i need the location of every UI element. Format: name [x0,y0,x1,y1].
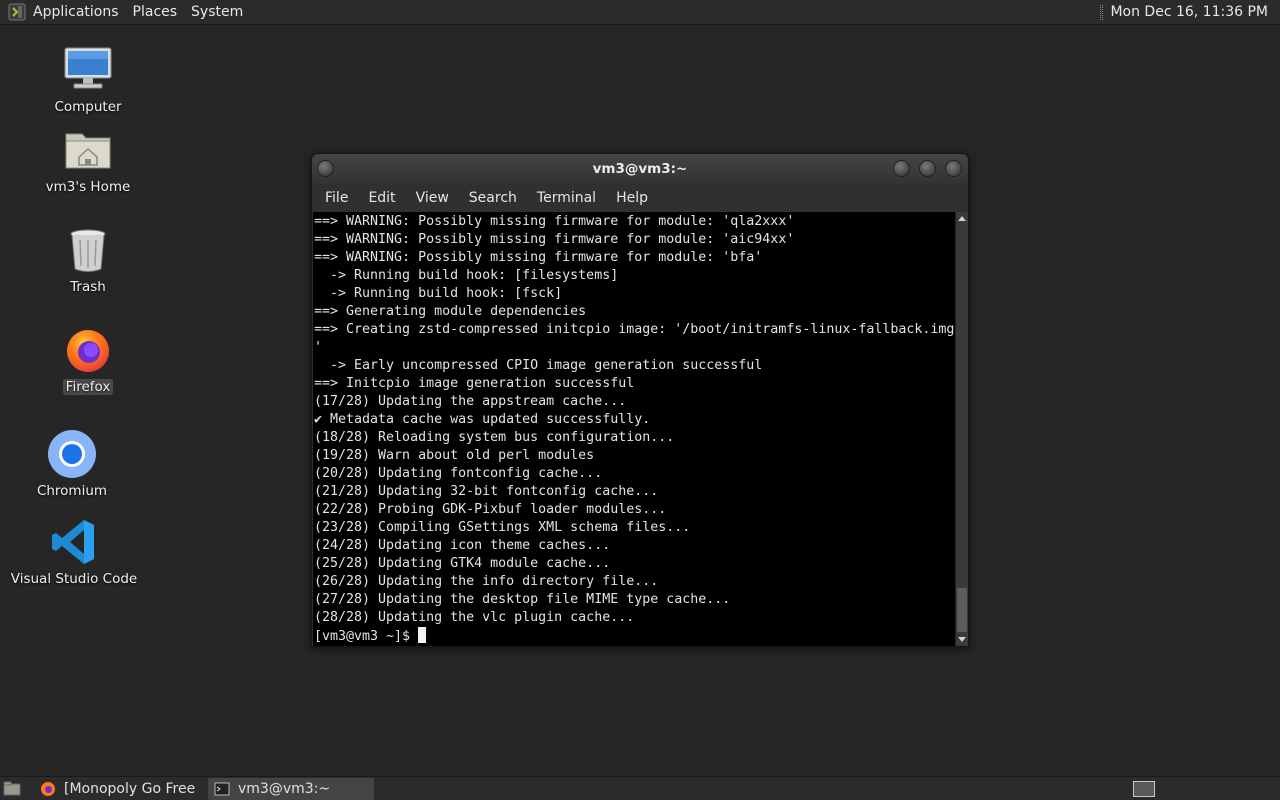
scrollbar-thumb[interactable] [957,588,967,632]
desktop-icon-chromium[interactable]: Chromium [12,428,132,499]
terminal-line: (24/28) Updating icon theme caches... [314,538,611,553]
desktop-icon-vscode[interactable]: Visual Studio Code [11,516,137,587]
desktop-icon-label: Chromium [36,483,108,499]
desktop-icon-label: Computer [54,99,122,115]
desktop-icon-label: Trash [70,279,106,295]
terminal-line: (17/28) Updating the appstream cache... [314,394,627,409]
terminal-menubar: File Edit View Search Terminal Help [312,184,968,212]
terminal-line: (25/28) Updating GTK4 module cache... [314,556,611,571]
workspace-switcher[interactable] [1133,780,1155,797]
terminal-line: ==> Creating zstd-compressed initcpio im… [314,322,955,337]
menu-edit[interactable]: Edit [365,190,398,206]
scroll-down-arrow-icon[interactable] [958,637,966,642]
terminal-window[interactable]: vm3@vm3:~ File Edit View Search Terminal… [311,153,969,647]
terminal-line: -> Running build hook: [filesystems] [314,268,619,283]
menu-applications[interactable]: Applications [26,0,126,25]
titlebar[interactable]: vm3@vm3:~ [312,154,968,184]
taskbar-item-terminal[interactable]: vm3@vm3:~ [208,777,374,800]
trash-icon [62,224,114,276]
menu-help[interactable]: Help [613,190,651,206]
desktop-icon-home[interactable]: vm3's Home [28,124,148,195]
terminal-line: ✔ Metadata cache was updated successfull… [314,412,651,427]
taskbar-item-firefox[interactable]: [Monopoly Go Free ... [34,778,200,800]
terminal-line: (28/28) Updating the vlc plugin cache... [314,610,635,625]
terminal-line: (22/28) Probing GDK-Pixbuf loader module… [314,502,667,517]
desktop-icon-label: vm3's Home [45,179,131,195]
menu-search[interactable]: Search [466,190,520,206]
terminal-output[interactable]: ==> WARNING: Possibly missing firmware f… [313,212,955,646]
desktop-icon-computer[interactable]: Computer [28,44,148,115]
top-panel: Applications Places System Mon Dec 16, 1… [0,0,1280,25]
window-title: vm3@vm3:~ [592,161,688,177]
terminal-line: (19/28) Warn about old perl modules [314,448,595,463]
show-desktop-icon [3,781,21,795]
terminal-line: ==> WARNING: Possibly missing firmware f… [314,250,763,265]
bottom-panel: [Monopoly Go Free ... vm3@vm3:~ [0,776,1280,800]
taskbar-item-label: [Monopoly Go Free ... [64,780,200,797]
menu-system[interactable]: System [184,0,250,25]
terminal-prompt: [vm3@vm3 ~]$ [314,627,955,646]
menu-terminal[interactable]: Terminal [534,190,599,206]
terminal-line: (21/28) Updating 32-bit fontconfig cache… [314,484,659,499]
terminal-line: ' [314,340,323,355]
home-folder-icon [62,124,114,176]
desktop-icon-firefox[interactable]: Firefox [28,324,148,395]
terminal-line: -> Early uncompressed CPIO image generat… [314,358,763,373]
menu-file[interactable]: File [322,190,351,206]
terminal-line: ==> Generating module dependencies [314,304,587,319]
terminal-line: ==> WARNING: Possibly missing firmware f… [314,214,795,229]
terminal-line: (23/28) Compiling GSettings XML schema f… [314,520,691,535]
taskbar-item-label: vm3@vm3:~ [238,780,331,797]
panel-separator [1100,4,1104,20]
desktop-icon-label: Visual Studio Code [10,571,138,587]
terminal-line: (26/28) Updating the info directory file… [314,574,659,589]
menu-view[interactable]: View [413,190,452,206]
firefox-icon [40,781,56,797]
terminal-line: (27/28) Updating the desktop file MIME t… [314,592,731,607]
terminal-line: -> Running build hook: [fsck] [314,286,563,301]
chromium-icon [46,428,98,480]
vscode-icon [48,516,100,568]
panel-right: Mon Dec 16, 11:36 PM [1100,0,1280,25]
terminal-cursor [418,627,427,643]
minimize-button[interactable] [893,160,910,177]
scroll-up-arrow-icon[interactable] [958,216,966,221]
scrollbar[interactable] [955,212,968,646]
terminal-line: (18/28) Reloading system bus configurati… [314,430,675,445]
computer-icon [62,44,114,96]
terminal-text: ==> WARNING: Possibly missing firmware f… [313,212,955,646]
window-menu-button[interactable] [317,160,334,177]
close-button[interactable] [945,160,962,177]
show-desktop-button[interactable] [0,777,24,800]
desktop-icon-trash[interactable]: Trash [28,224,148,295]
firefox-icon [62,324,114,376]
menu-places[interactable]: Places [126,0,185,25]
desktop-icon-label: Firefox [62,379,114,395]
terminal-line: (20/28) Updating fontconfig cache... [314,466,603,481]
maximize-button[interactable] [919,160,936,177]
terminal-line: ==> WARNING: Possibly missing firmware f… [314,232,795,247]
terminal-icon [214,781,230,797]
terminal-line: ==> Initcpio image generation successful [314,376,635,391]
applications-icon[interactable] [8,3,26,21]
panel-menu: Applications Places System [0,0,250,25]
clock[interactable]: Mon Dec 16, 11:36 PM [1110,4,1268,20]
